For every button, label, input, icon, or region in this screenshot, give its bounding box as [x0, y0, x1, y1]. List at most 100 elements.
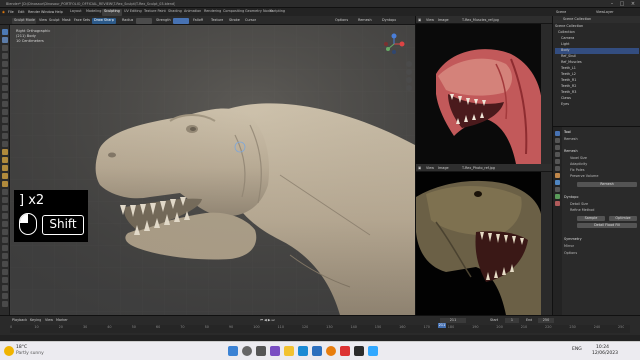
image-name-field[interactable]: T-Rex_Photo_ref.jpg — [462, 166, 512, 171]
file-explorer-icon[interactable] — [284, 346, 294, 356]
voxel-size-field[interactable]: Voxel Size — [564, 156, 639, 162]
tool-tab-icon[interactable] — [555, 131, 560, 136]
menu-view[interactable]: View — [45, 318, 53, 323]
sample-button[interactable]: Sample — [577, 216, 605, 221]
nudge-brush-icon[interactable] — [2, 189, 8, 195]
mask-brush-icon[interactable] — [2, 237, 8, 243]
editor-type-icon[interactable]: ▣ — [418, 18, 421, 23]
scene-selector[interactable]: Scene — [556, 10, 566, 15]
snake-hook-icon[interactable] — [2, 165, 8, 171]
weather-icon[interactable] — [4, 346, 14, 356]
menu-keying[interactable]: Keying — [30, 318, 41, 323]
cursor-menu[interactable]: Cursor — [245, 18, 256, 23]
material-tab-icon[interactable] — [555, 201, 560, 206]
clock-time[interactable]: 10:24 — [596, 345, 609, 350]
clay-brush-icon[interactable] — [2, 45, 8, 51]
tab-layout[interactable]: Layout — [68, 9, 84, 16]
outliner-row[interactable]: Collection — [555, 30, 639, 36]
symmetry-section[interactable]: Symmetry — [564, 237, 639, 243]
options-section[interactable]: Options — [564, 251, 639, 257]
playhead[interactable]: 211 — [438, 323, 446, 328]
stroke-menu[interactable]: Stroke — [229, 18, 240, 23]
tab-modeling[interactable]: Modeling — [84, 9, 103, 16]
outliner-row[interactable]: Teeth_L1 — [555, 66, 639, 72]
3d-viewport[interactable]: Right Orthographic (211) Body 10 Centime… — [10, 25, 415, 315]
rotate-brush-icon[interactable] — [2, 197, 8, 203]
box-hide-icon[interactable] — [2, 261, 8, 267]
world-tab-icon[interactable] — [555, 166, 560, 171]
box-trim-icon[interactable] — [2, 277, 8, 283]
menu-mask[interactable]: Mask — [62, 18, 71, 23]
remesh-button[interactable]: Remesh — [577, 182, 637, 187]
image-name-field[interactable]: T-Rex_Muscles_ref.jpg — [462, 18, 512, 23]
menu-playback[interactable]: Playback — [12, 318, 27, 323]
outliner-row[interactable]: Scene Collection — [555, 24, 639, 30]
fix-poles-checkbox[interactable]: Fix Poles — [564, 168, 639, 174]
editor-type-icon[interactable]: ▣ — [418, 166, 421, 171]
strength-field[interactable]: Strength — [156, 18, 171, 23]
end-frame-field[interactable]: 250 — [538, 318, 554, 323]
clay-strips-brush-icon[interactable] — [2, 53, 8, 59]
menu-help[interactable]: Help — [55, 10, 63, 15]
blender-logo-icon[interactable]: ◉ — [2, 10, 5, 15]
tab-sculpting[interactable]: Sculpting — [102, 8, 122, 16]
minimize-icon[interactable]: – — [608, 1, 616, 7]
physics-tab-icon[interactable] — [555, 187, 560, 192]
menu-face-sets[interactable]: Face Sets — [74, 18, 90, 23]
radius-slider[interactable] — [136, 17, 152, 24]
falloff-menu[interactable]: Falloff — [193, 18, 203, 23]
outliner-row[interactable]: Camera — [555, 36, 639, 42]
modifier-tab-icon[interactable] — [555, 180, 560, 185]
preserve-volume-checkbox[interactable]: Preserve Volume — [564, 174, 639, 180]
perspective-toggle-icon[interactable] — [406, 85, 412, 91]
mirror-section[interactable]: Mirror — [564, 244, 639, 250]
blender-taskbar-icon[interactable] — [326, 346, 336, 356]
cloth-brush-icon[interactable] — [2, 221, 8, 227]
line-project-icon[interactable] — [2, 285, 8, 291]
tab-animation[interactable]: Animation — [182, 9, 203, 16]
crease-brush-icon[interactable] — [2, 93, 8, 99]
options-menu[interactable]: Options — [335, 18, 348, 23]
view-layer-tab-icon[interactable] — [555, 152, 560, 157]
scene-tab-icon[interactable] — [555, 159, 560, 164]
outliner-row[interactable]: Light — [555, 42, 639, 48]
refine-method-field[interactable]: Refine Method — [564, 208, 639, 214]
outliner-row[interactable]: Ref_Muscles — [555, 60, 639, 66]
active-brush-field[interactable]: Remesh — [564, 137, 639, 143]
draw-sharp-brush-icon[interactable] — [2, 37, 8, 43]
mode-selector[interactable]: Sculpt Mode — [12, 17, 36, 24]
outliner-row[interactable]: Teeth_L2 — [555, 72, 639, 78]
clock-date[interactable]: 12/06/2023 — [592, 351, 618, 356]
zoom-icon[interactable] — [406, 61, 412, 67]
outliner-row[interactable]: Eyes — [555, 102, 639, 108]
render-tab-icon[interactable] — [555, 138, 560, 143]
start-menu-icon[interactable] — [228, 346, 238, 356]
elastic-deform-icon[interactable] — [2, 157, 8, 163]
view-layer-selector[interactable]: ViewLayer — [596, 10, 614, 15]
language-indicator[interactable]: ENG — [572, 347, 582, 352]
store-icon[interactable] — [312, 346, 322, 356]
adaptivity-field[interactable]: Adaptivity — [564, 162, 639, 168]
layer-brush-icon[interactable] — [2, 69, 8, 75]
start-frame-field[interactable]: 1 — [505, 318, 519, 323]
photo-reference-image[interactable] — [416, 172, 542, 315]
box-mask-icon[interactable] — [2, 253, 8, 259]
pinch-brush-icon[interactable] — [2, 141, 8, 147]
output-tab-icon[interactable] — [555, 145, 560, 150]
maximize-icon[interactable]: □ — [618, 1, 626, 7]
playback-controls-icon[interactable]: ⏮ ◀ ▶ ⏭ — [260, 318, 275, 323]
tab-texture-paint[interactable]: Texture Paint — [142, 9, 168, 16]
menu-render[interactable]: Render — [28, 10, 40, 15]
brush-selector[interactable]: Draw Sharp — [92, 17, 116, 24]
remesh-section[interactable]: Remesh — [564, 149, 639, 155]
outliner-row[interactable]: Teeth_R1 — [555, 78, 639, 84]
detail-flood-fill-button[interactable]: Detail Flood Fill — [577, 223, 637, 228]
outliner-row-selected[interactable]: Body — [555, 48, 639, 54]
menu-view[interactable]: View — [426, 18, 434, 23]
slide-relax-icon[interactable] — [2, 205, 8, 211]
object-tab-icon[interactable] — [555, 173, 560, 178]
smooth-brush-icon[interactable] — [2, 101, 8, 107]
navigation-gizmo-icon[interactable] — [383, 33, 405, 55]
draw-brush-icon[interactable] — [2, 29, 8, 35]
task-view-icon[interactable] — [256, 346, 266, 356]
